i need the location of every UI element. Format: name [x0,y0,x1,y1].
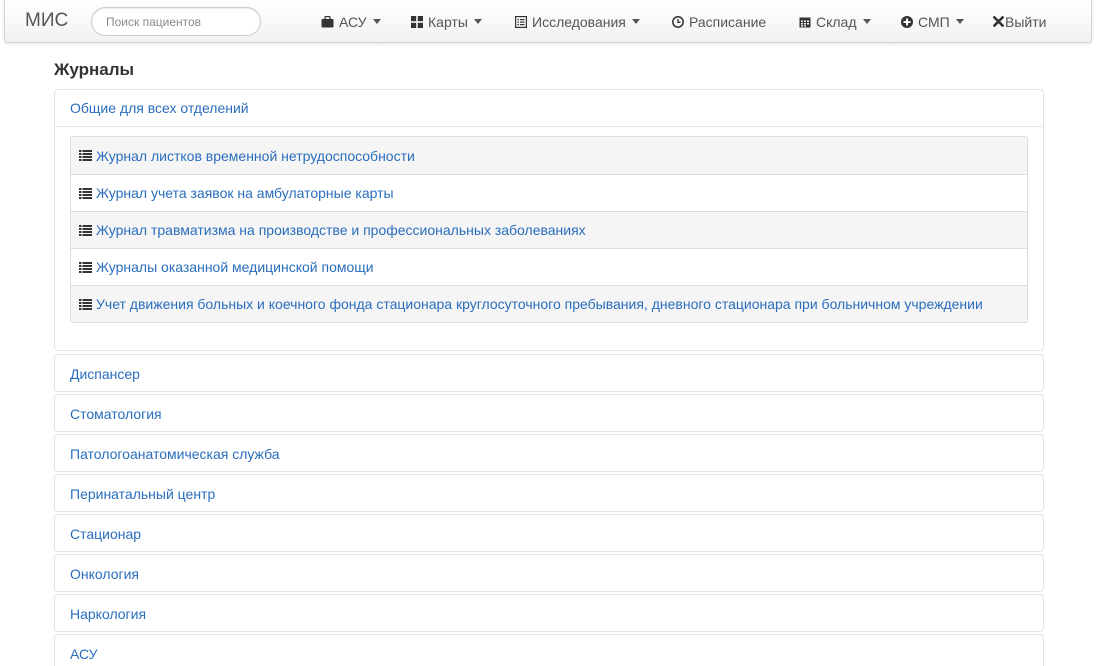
plus-sign-icon [901,15,913,28]
journal-group-asu: АСУ [54,634,1044,666]
list-icon [79,298,92,310]
nav-asu-dropdown[interactable]: АСУ [321,0,381,43]
journal-group-oncology: Онкология [54,554,1044,592]
journal-link[interactable]: Учет движения больных и коечного фонда с… [71,285,1027,322]
journal-group-perinatal: Перинатальный центр [54,474,1044,512]
journal-group-dentistry: Стоматология [54,394,1044,432]
journal-link-label: Журнал травматизма на производстве и про… [96,222,586,238]
journal-link-label: Журнал учета заявок на амбулаторные карт… [96,185,394,201]
nav-asu-label: АСУ [339,13,367,30]
briefcase-icon [321,15,334,27]
journal-group-heading[interactable]: Стационар [55,515,1043,552]
journal-link[interactable]: Журналы оказанной медицинской помощи [71,248,1027,285]
journal-link-label: Журналы оказанной медицинской помощи [96,259,374,275]
list-icon [79,224,92,236]
nav-warehouse-label: Склад [816,13,857,30]
journal-link[interactable]: Журнал учета заявок на амбулаторные карт… [71,174,1027,211]
list-icon [79,150,92,161]
nav-cards-dropdown[interactable]: Карты [411,0,482,43]
journal-group-heading[interactable]: Общие для всех отделений [55,90,1043,127]
nav-schedule-label: Расписание [689,13,767,30]
nav-research-dropdown[interactable]: Исследования [515,0,640,43]
patient-search-input[interactable] [91,7,261,36]
journal-group-heading[interactable]: Патологоанатомическая служба [55,435,1043,472]
journal-group-heading[interactable]: Наркология [55,595,1043,632]
journal-group-hospital: Стационар [54,514,1044,552]
chevron-down-icon [473,19,482,24]
journal-group-narcology: Наркология [54,594,1044,632]
journal-link-label: Журнал листков временной нетрудоспособно… [96,147,415,164]
nav-schedule-link[interactable]: Расписание [672,0,766,43]
nav-smp-dropdown[interactable]: СМП [901,0,964,43]
nav-warehouse-dropdown[interactable]: Склад [799,0,871,43]
top-navbar: МИС АСУ Карты Исследования [4,0,1092,43]
th-large-icon [411,15,423,28]
list-icon [79,261,92,273]
journal-group-heading[interactable]: Онкология [55,555,1043,592]
logout-label: Выйти [1005,13,1047,30]
nav-smp-label: СМП [918,13,950,30]
page-title: Журналы [54,60,135,79]
logout-button[interactable]: Выйти [993,0,1046,43]
journal-list: Журнал листков временной нетрудоспособно… [70,136,1028,323]
journal-group-heading[interactable]: Стоматология [55,395,1043,432]
list-alt-icon [515,15,527,28]
chevron-down-icon [631,19,640,24]
journal-link[interactable]: Журнал листков временной нетрудоспособно… [71,137,1027,174]
chevron-down-icon [862,19,871,24]
chevron-down-icon [372,19,381,24]
clock-icon [672,15,684,28]
journal-group-common: Общие для всех отделений Журнал листков … [54,89,1044,351]
calendar-icon [799,17,811,27]
remove-icon [993,16,1004,27]
nav-research-label: Исследования [532,13,626,30]
journal-group-heading[interactable]: Перинатальный центр [55,475,1043,512]
journal-group-dispensary: Диспансер [54,354,1044,392]
brand-logo[interactable]: МИС [25,10,68,32]
journal-link[interactable]: Журнал травматизма на производстве и про… [71,211,1027,248]
journal-group-pathology: Патологоанатомическая служба [54,434,1044,472]
nav-cards-label: Карты [428,13,468,30]
journal-group-heading[interactable]: Диспансер [55,355,1043,392]
chevron-down-icon [955,19,964,24]
journal-link-label: Учет движения больных и коечного фонда с… [96,296,983,312]
list-icon [79,187,92,199]
journal-group-heading[interactable]: АСУ [55,635,1043,666]
